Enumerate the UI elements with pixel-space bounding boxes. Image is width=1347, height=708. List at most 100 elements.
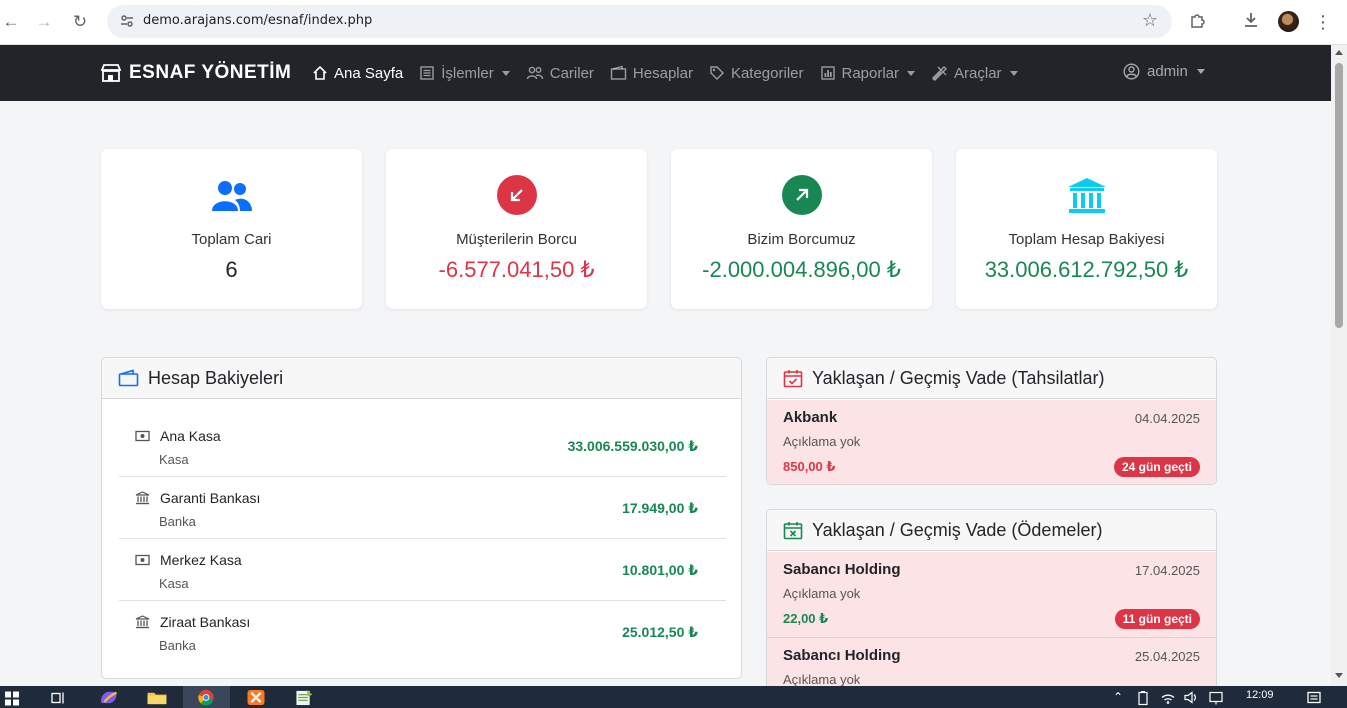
bookmark-star-icon[interactable]: ☆ [1142, 10, 1158, 31]
nav-transactions[interactable]: İşlemler [419, 65, 510, 82]
upcoming-payments-panel: Yaklaşan / Geçmiş Vade (Ödemeler) Sabanc… [766, 509, 1217, 708]
calendar-check-icon [783, 369, 803, 387]
account-balance: 10.801,00 ₺ [622, 562, 698, 578]
taskbar-clock[interactable]: 12:09 [1246, 689, 1274, 701]
due-description: Açıklama yok [783, 672, 861, 687]
due-date: 04.04.2025 [1134, 411, 1200, 426]
user-name: admin [1147, 63, 1188, 80]
profile-avatar[interactable] [1278, 11, 1299, 32]
scroll-down-icon[interactable] [1335, 673, 1343, 678]
bank-icon [135, 491, 150, 505]
back-icon[interactable]: ← [0, 11, 22, 33]
chevron-down-icon [1196, 69, 1205, 74]
reload-icon[interactable]: ↻ [69, 11, 91, 33]
account-balance: 25.012,50 ₺ [622, 624, 698, 640]
file-explorer-icon[interactable] [146, 689, 168, 706]
list-icon [420, 66, 434, 80]
account-name: Ana Kasa [160, 428, 221, 444]
browser-menu-icon[interactable]: ⋮ [1312, 11, 1334, 33]
due-amount: 22,00 ₺ [783, 611, 829, 626]
chevron-up-icon[interactable]: ⌃ [1113, 690, 1123, 704]
extensions-icon[interactable] [1187, 11, 1209, 33]
list-item[interactable]: Akbank 04.04.2025 Açıklama yok 850,00 ₺ … [767, 400, 1216, 484]
account-name: Merkez Kasa [160, 552, 242, 568]
due-name: Akbank [783, 409, 838, 426]
user-circle-icon [1123, 63, 1140, 80]
stat-value: 6 [225, 257, 238, 282]
forward-icon[interactable]: → [33, 11, 55, 33]
list-item[interactable]: Sabancı Holding 17.04.2025 Açıklama yok … [767, 552, 1216, 638]
wifi-icon[interactable] [1160, 689, 1176, 706]
due-description: Açıklama yok [783, 434, 861, 449]
notepad-icon[interactable] [294, 689, 314, 706]
list-item[interactable]: Garanti Bankası Banka 17.949,00 ₺ [119, 477, 726, 539]
users-icon [526, 66, 543, 80]
address-bar[interactable]: demo.arajans.com/esnaf/index.php ☆ [107, 5, 1172, 38]
nav-tools[interactable]: Araçlar [931, 65, 1018, 82]
list-item[interactable]: Ziraat Bankası Banka 25.012,50 ₺ [119, 601, 726, 663]
nav-home[interactable]: Ana Sayfa [312, 65, 403, 82]
nav-label: Araçlar [954, 64, 1002, 82]
account-balance: 33.006.559.030,00 ₺ [567, 438, 698, 454]
network-icon[interactable] [1208, 689, 1224, 706]
windows-start-icon[interactable] [4, 689, 20, 706]
tools-icon [932, 65, 948, 81]
site-settings-icon[interactable] [119, 13, 135, 29]
copilot-icon[interactable] [98, 689, 120, 706]
nav-categories[interactable]: Kategoriler [709, 65, 804, 82]
nav-label: Ana Sayfa [334, 64, 404, 82]
account-type: Banka [159, 638, 196, 653]
scroll-up-icon[interactable] [1335, 50, 1343, 55]
cash-icon [135, 554, 150, 566]
due-date: 17.04.2025 [1134, 563, 1200, 578]
stat-value: -2.000.004.896,00 ₺ [702, 257, 901, 282]
xampp-icon[interactable] [246, 689, 266, 706]
stat-card-customer-debt: Müşterilerin Borcu -6.577.041,50 ₺ [386, 149, 647, 309]
volume-icon[interactable] [1183, 689, 1199, 706]
list-item[interactable]: Merkez Kasa Kasa 10.801,00 ₺ [119, 539, 726, 601]
account-name: Garanti Bankası [160, 490, 261, 506]
nav-accounts[interactable]: Hesaplar [610, 65, 693, 82]
page-scrollbar[interactable] [1331, 45, 1347, 686]
upcoming-collections-panel: Yaklaşan / Geçmiş Vade (Tahsilatlar) Akb… [766, 357, 1217, 485]
brand[interactable]: ESNAF YÖNETİM [100, 62, 291, 84]
panel-title: Hesap Bakiyeleri [148, 367, 284, 388]
due-name: Sabancı Holding [783, 561, 901, 578]
nav-accounts-receivable[interactable]: Cariler [526, 65, 594, 82]
account-type: Kasa [159, 576, 189, 591]
browser-toolbar: ← → ↻ demo.arajans.com/esnaf/index.php ☆… [0, 0, 1347, 45]
panel-title: Yaklaşan / Geçmiş Vade (Ödemeler) [812, 519, 1103, 540]
wallet-icon [610, 65, 627, 80]
notification-icon[interactable] [1306, 689, 1322, 706]
panel-title: Yaklaşan / Geçmiş Vade (Tahsilatlar) [812, 367, 1105, 388]
chevron-down-icon [907, 70, 916, 76]
nav-reports[interactable]: Raporlar [820, 65, 916, 82]
account-balance: 17.949,00 ₺ [622, 500, 698, 516]
account-type: Banka [159, 514, 196, 529]
list-item[interactable]: Ana Kasa Kasa 33.006.559.030,00 ₺ [119, 415, 726, 477]
scroll-thumb[interactable] [1335, 63, 1343, 328]
chrome-icon[interactable] [196, 689, 216, 706]
stat-value: -6.577.041,50 ₺ [438, 257, 595, 282]
stat-label: Toplam Cari [191, 231, 272, 248]
download-icon[interactable] [1240, 11, 1262, 33]
chevron-down-icon [1009, 70, 1018, 76]
stat-value: 33.006.612.792,50 ₺ [984, 257, 1189, 282]
tag-icon [710, 66, 724, 80]
brand-title: ESNAF YÖNETİM [129, 62, 292, 83]
task-view-icon[interactable] [50, 689, 66, 706]
calendar-x-icon [783, 521, 803, 539]
chevron-down-icon [501, 70, 510, 76]
bank-icon [1066, 175, 1108, 217]
chart-icon [820, 66, 835, 80]
users-icon [211, 175, 253, 217]
due-description: Açıklama yok [783, 586, 861, 601]
due-date: 25.04.2025 [1134, 649, 1200, 664]
user-menu[interactable]: admin [1123, 63, 1205, 80]
stat-card-total-balance: Toplam Hesap Bakiyesi 33.006.612.792,50 … [956, 149, 1217, 309]
wallet-icon [118, 369, 139, 387]
url-text[interactable]: demo.arajans.com/esnaf/index.php [143, 13, 372, 28]
battery-icon[interactable] [1136, 689, 1150, 706]
overdue-badge: 11 gün geçti [1114, 609, 1200, 629]
nav-label: Kategoriler [730, 64, 804, 82]
